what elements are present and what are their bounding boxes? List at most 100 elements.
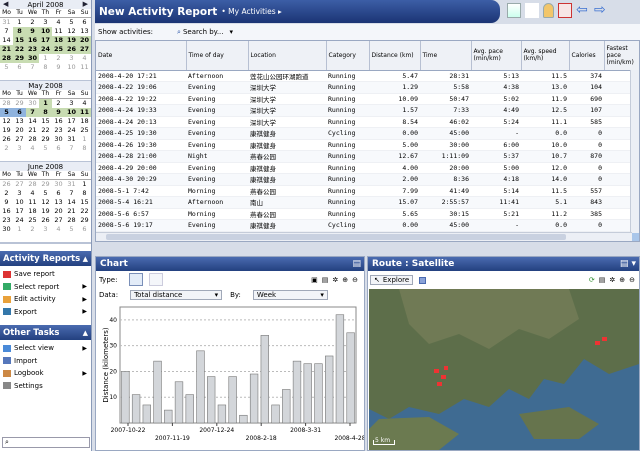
calendar-day[interactable]: 28 (26, 179, 39, 189)
calendar-day[interactable]: 30 (0, 225, 13, 234)
calendar-day[interactable]: 25 (26, 216, 39, 225)
calendar-day[interactable]: 27 (52, 216, 65, 225)
table-row[interactable]: 2008-5-1 7:42 Morning 燕春公园 Running 7.99 41:49… (96, 185, 639, 197)
table-row[interactable]: 2008-4-24 20:13 Evening 深圳大学 Running 8.54 46:… (96, 116, 639, 128)
calendar-day[interactable]: 5 (0, 107, 13, 117)
table-row[interactable]: 2008-4-20 17:21 Afternoon 莲花山公园环湖跑道 Running… (96, 70, 639, 82)
calendar-day[interactable]: 26 (0, 135, 13, 144)
calendar-day[interactable]: 6 (13, 107, 26, 117)
shoe-icon[interactable] (525, 3, 539, 18)
report-icon[interactable] (558, 3, 572, 18)
calendar-day[interactable]: 6 (52, 189, 65, 198)
route-marker[interactable] (441, 375, 446, 379)
table-row[interactable]: 2008-5-6 19:17 Evening 康祺健身 Cycling 0.00 45:0… (96, 219, 639, 232)
calendar-day[interactable]: 18 (52, 35, 65, 45)
explore-button[interactable]: ↖ Explore (370, 275, 414, 285)
calendar-day[interactable]: 29 (13, 98, 26, 108)
table-row[interactable]: 2008-4-22 19:22 Evening 深圳大学 Running 10.09 50… (96, 93, 639, 105)
collapse-icon[interactable]: ▲ (83, 329, 88, 337)
calendar-day[interactable]: 3 (13, 189, 26, 198)
table-row[interactable]: 2008-4-24 19:33 Evening 深圳大学 Running 1.57 7:3… (96, 104, 639, 117)
calendar-day[interactable]: 7 (0, 27, 13, 36)
zoom-out-icon[interactable]: ⊖ (629, 276, 635, 284)
calendar-day[interactable]: 4 (26, 189, 39, 198)
search-by-dropdown[interactable]: ⌕ Search by... ▾ (177, 28, 233, 37)
calendar-day[interactable]: 29 (39, 135, 52, 144)
gear-icon[interactable]: ✲ (332, 276, 338, 284)
calendar-day[interactable]: 11 (78, 63, 91, 72)
calendar-day[interactable]: 18 (78, 117, 91, 126)
menu-item[interactable]: Select view ▶ (0, 342, 91, 355)
calendar-day[interactable]: 9 (0, 198, 13, 207)
calendar-day[interactable]: 3 (39, 225, 52, 234)
calendar-day[interactable]: 27 (13, 135, 26, 144)
forward-arrow-icon[interactable]: ⇨ (594, 3, 608, 18)
calendar-day[interactable]: 17 (65, 117, 78, 126)
menu-icon[interactable]: ▤ (352, 259, 361, 269)
calendar-day[interactable]: 10 (65, 107, 78, 117)
menu-item[interactable]: Settings (0, 380, 91, 393)
calendar-day[interactable]: 17 (39, 35, 52, 45)
satellite-map[interactable]: 5 km (369, 289, 639, 450)
column-header[interactable]: Distance (km) (369, 41, 421, 71)
calendar-day[interactable]: 4 (26, 144, 39, 153)
calendar-day[interactable]: 13 (13, 117, 26, 126)
calendar-day[interactable]: 1 (39, 54, 52, 63)
calendar-day[interactable]: 6 (78, 225, 91, 234)
calendar-day[interactable]: 23 (0, 216, 13, 225)
calendar-day[interactable]: 22 (13, 44, 26, 54)
column-header[interactable]: Category (326, 41, 370, 71)
calendar-day[interactable]: 4 (78, 54, 91, 63)
scroll-thumb[interactable] (106, 234, 566, 240)
table-row[interactable]: 2008-5-6 6:57 Morning 燕春公园 Running 5.65 30:15… (96, 208, 639, 220)
calendar-day[interactable]: 14 (65, 198, 78, 207)
calendar-day[interactable]: 27 (78, 44, 91, 54)
calendar-day[interactable]: 7 (26, 63, 39, 72)
calendar-day[interactable]: 8 (78, 189, 91, 198)
calendar-day[interactable]: 15 (13, 35, 26, 45)
calendar-day[interactable]: 2 (26, 225, 39, 234)
table-row[interactable]: 2008-4-29 20:00 Evening 康祺健身 Running 4.00 20:… (96, 162, 639, 174)
calendar-day[interactable]: 3 (65, 98, 78, 108)
calendar-day[interactable]: 26 (0, 179, 13, 189)
calendar-day[interactable]: 2 (52, 54, 65, 63)
calendar-day[interactable]: 4 (52, 17, 65, 27)
horizontal-scrollbar[interactable] (96, 232, 632, 241)
calendar-day[interactable]: 2 (0, 144, 13, 153)
calendar-day[interactable]: 3 (13, 144, 26, 153)
calendar-day[interactable]: 15 (39, 117, 52, 126)
calendar-day[interactable]: 19 (39, 207, 52, 216)
calendar-day[interactable]: 8 (78, 144, 91, 153)
gear-icon[interactable]: ✲ (609, 276, 615, 284)
menu-item[interactable]: Import (0, 355, 91, 368)
calendar-day[interactable]: 28 (0, 53, 13, 63)
calendar-day[interactable]: 10 (13, 198, 26, 207)
calendar-day[interactable]: 13 (52, 198, 65, 207)
area-chart-icon[interactable] (149, 273, 164, 286)
calendar-day[interactable]: 16 (26, 35, 39, 45)
prev-month-icon[interactable]: ◀ (3, 0, 8, 8)
calendar-day[interactable]: 25 (52, 44, 65, 54)
calendar-day[interactable]: 26 (39, 216, 52, 225)
other-tasks-header[interactable]: Other Tasks ▲ (0, 325, 91, 340)
column-header[interactable]: Avg. pace (min/km) (471, 41, 522, 71)
calendar-day[interactable]: 1 (13, 17, 26, 27)
calendar-day[interactable]: 29 (78, 216, 91, 225)
calendar-day[interactable]: 30 (26, 98, 39, 108)
calendar-day[interactable]: 7 (65, 144, 78, 153)
collapse-icon[interactable]: ▲ (83, 255, 88, 263)
calendar-day[interactable]: 23 (52, 126, 65, 135)
menu-item[interactable]: Export ▶ (0, 306, 91, 319)
calendar-day[interactable]: 7 (65, 189, 78, 198)
calendar-day[interactable]: 29 (39, 179, 52, 189)
calendar-day[interactable]: 11 (52, 27, 65, 36)
calendar-day[interactable]: 12 (0, 117, 13, 126)
calendar-day[interactable]: 14 (0, 36, 13, 45)
calendar-day[interactable]: 3 (65, 54, 78, 63)
route-marker[interactable] (602, 337, 607, 341)
calendar-day[interactable]: 1 (78, 135, 91, 144)
menu-item[interactable]: Save report (0, 268, 91, 281)
table-row[interactable]: 2008-4-25 19:30 Evening 康祺健身 Cycling 0.00 45:… (96, 127, 639, 140)
menu-icon[interactable]: ▤ ▾ (620, 259, 636, 269)
calendar-day[interactable]: 20 (52, 207, 65, 216)
